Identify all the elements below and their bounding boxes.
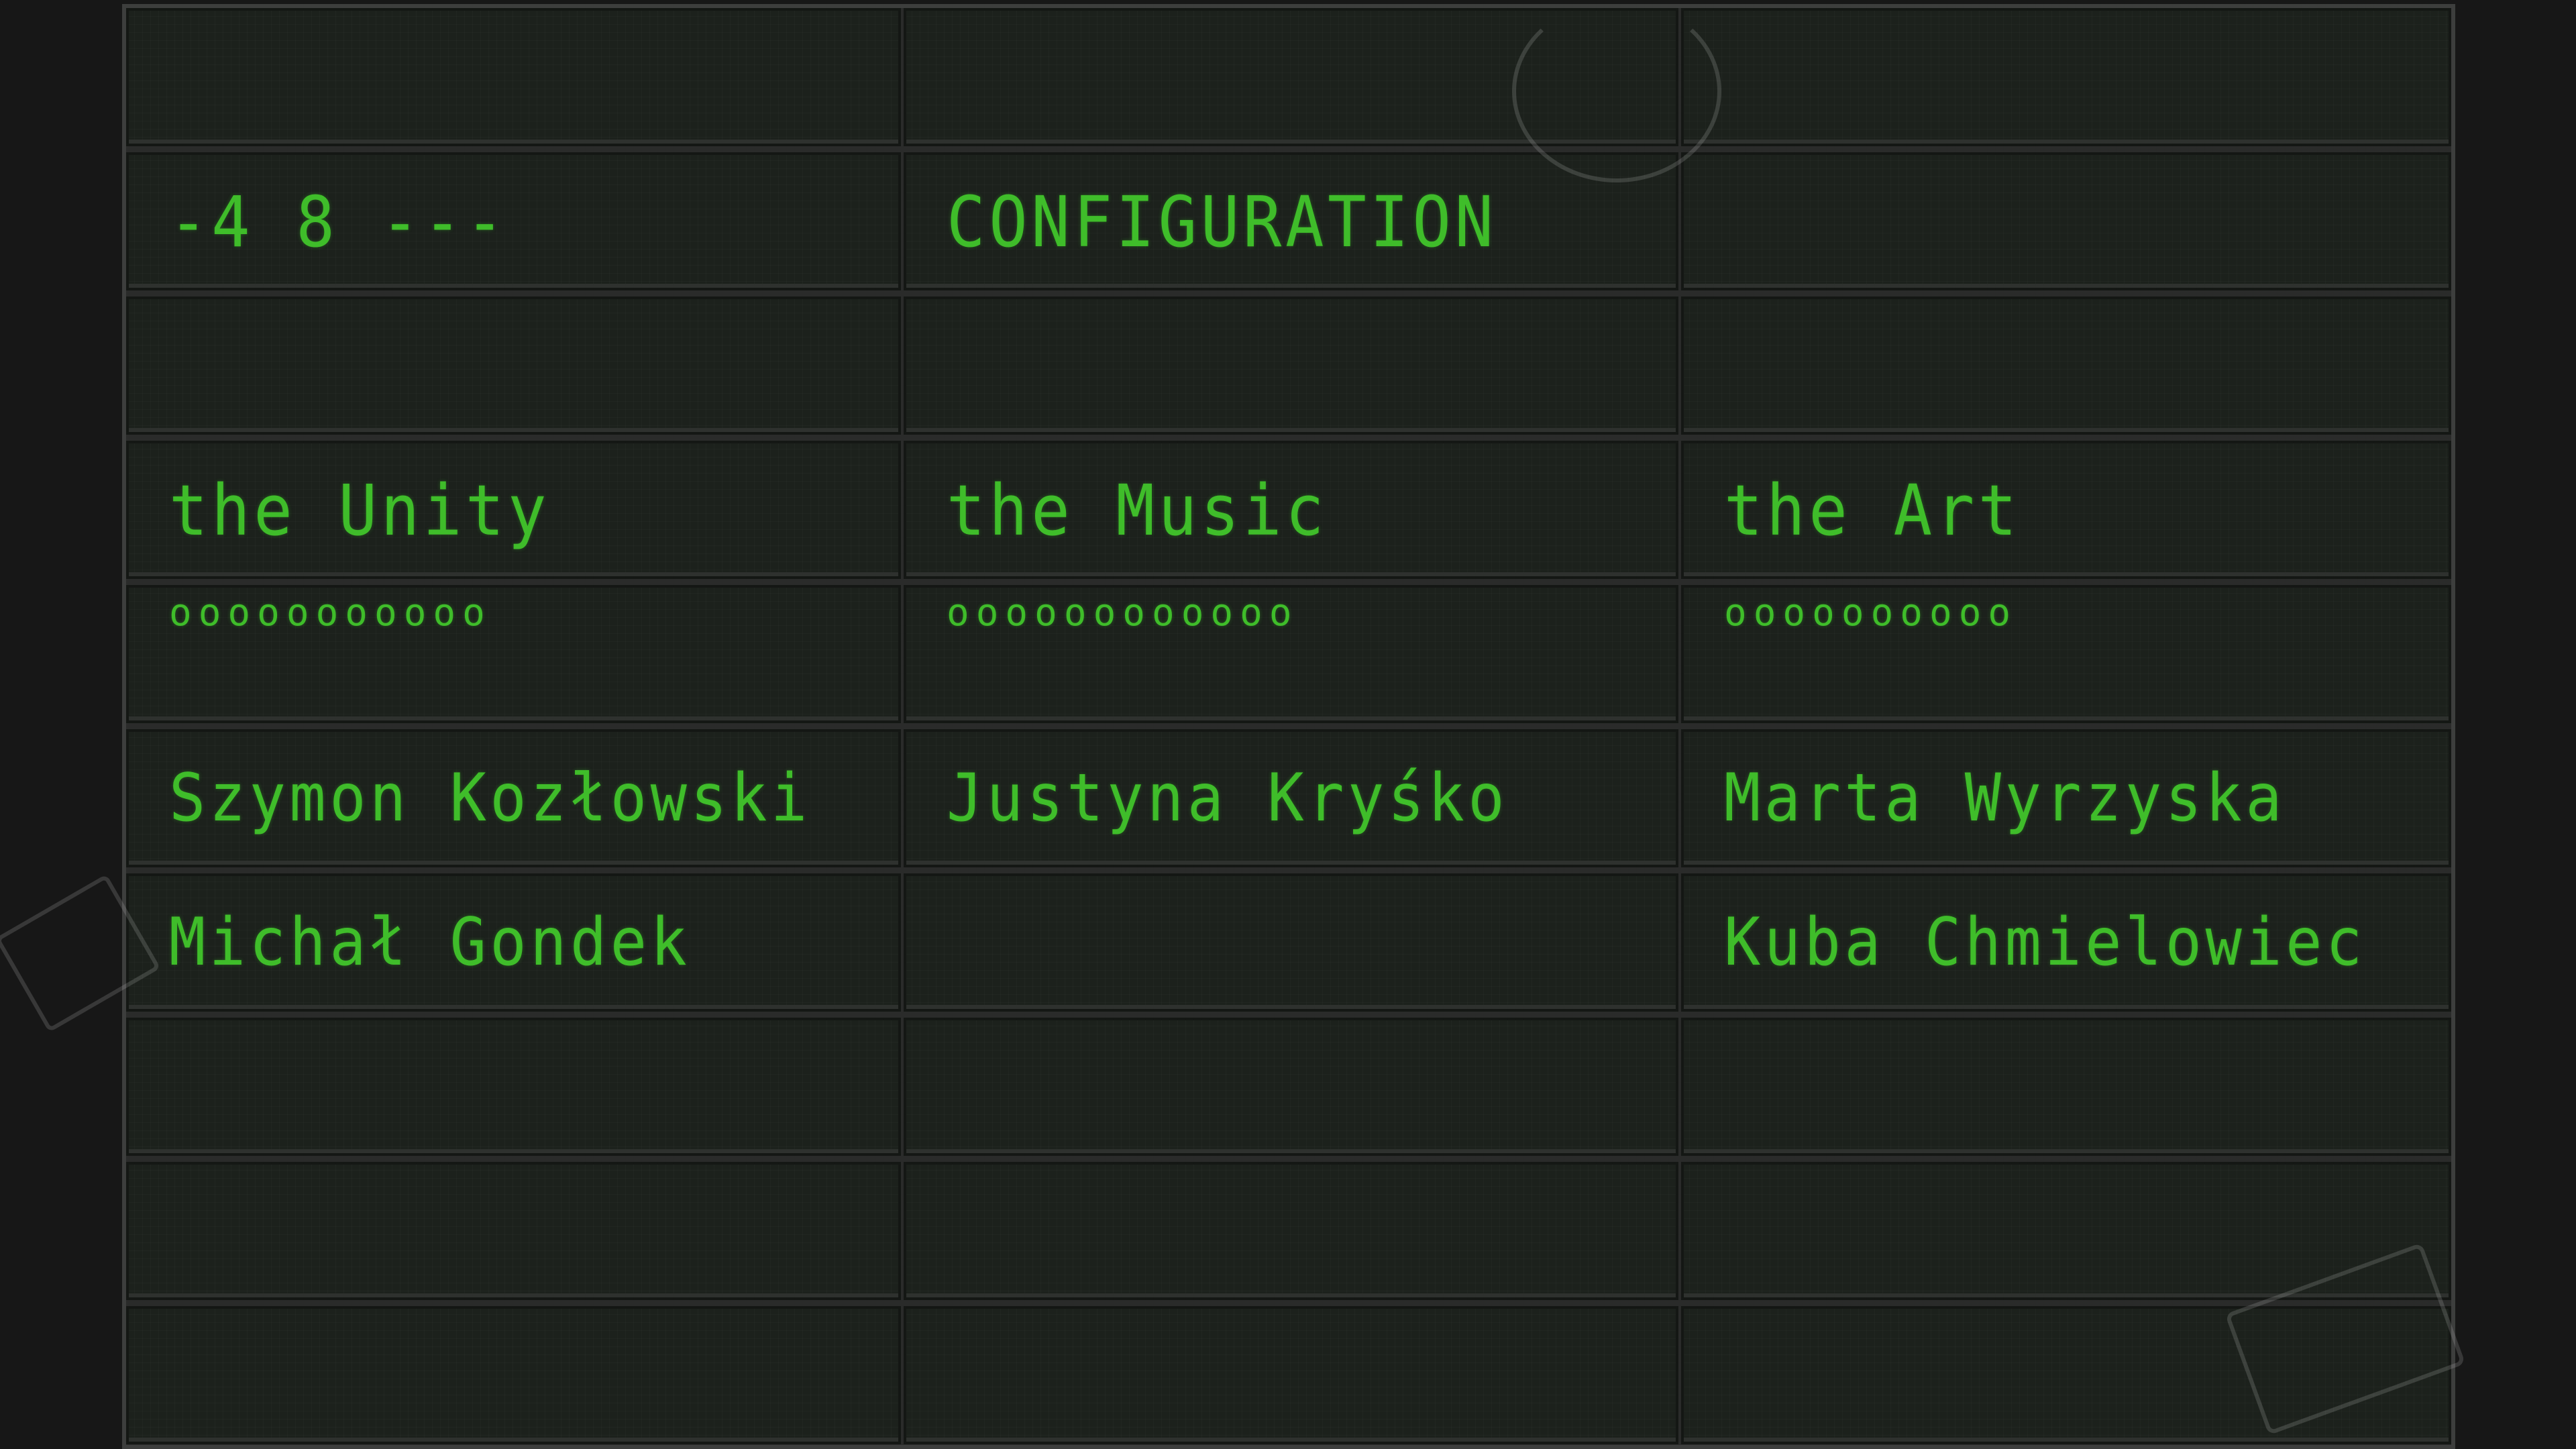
- cell-text: the Art: [1724, 470, 2021, 551]
- board-cell: ooooooooooo: [126, 585, 901, 723]
- cell-text: ooooooooooo: [169, 591, 492, 635]
- cell-text: Michał Gondek: [169, 904, 691, 981]
- board-cell: [904, 873, 1678, 1012]
- cell-text: -4 8 ---: [169, 181, 508, 263]
- board-cell: [126, 1018, 901, 1156]
- board-cell: [904, 297, 1678, 435]
- cell-text: the Music: [947, 470, 1328, 551]
- board-cell: [1681, 8, 2451, 146]
- cell-text: the Unity: [169, 470, 551, 551]
- cell-text: CONFIGURATION: [947, 181, 1497, 263]
- board-cell: [126, 1306, 901, 1444]
- cell-text: Justyna Kryśko: [947, 760, 1509, 837]
- board-cell: [1681, 297, 2451, 435]
- cell-text: Marta Wyrzyska: [1724, 760, 2286, 837]
- board-cell: Szymon Kozłowski: [126, 729, 901, 867]
- board-cell: Michał Gondek: [126, 873, 901, 1012]
- board-cell: [904, 1018, 1678, 1156]
- board-cell: the Unity: [126, 441, 901, 579]
- board-cell: [904, 1162, 1678, 1300]
- board-cell: [126, 8, 901, 146]
- board-cell: Marta Wyrzyska: [1681, 729, 2451, 867]
- postmark-stamp-icon: [1512, 0, 1721, 182]
- cell-text: Kuba Chmielowiec: [1724, 904, 2366, 981]
- board-cell: CONFIGURATION: [904, 152, 1678, 290]
- departure-board: -4 8 --- CONFIGURATION the Unity the Mus…: [122, 4, 2455, 1449]
- board-cell: [126, 1162, 901, 1300]
- board-cell: Justyna Kryśko: [904, 729, 1678, 867]
- board-cell: [126, 297, 901, 435]
- board-cell: [904, 1306, 1678, 1444]
- board-cell: [1681, 152, 2451, 290]
- board-cell: oooooooooo: [1681, 585, 2451, 723]
- board-cell: oooooooooooo: [904, 585, 1678, 723]
- board-cell: the Music: [904, 441, 1678, 579]
- board-cell: the Art: [1681, 441, 2451, 579]
- board-cell: [1681, 1018, 2451, 1156]
- cell-text: oooooooooooo: [947, 591, 1299, 635]
- cell-text: Szymon Kozłowski: [169, 760, 811, 837]
- board-cell: Kuba Chmielowiec: [1681, 873, 2451, 1012]
- cell-text: oooooooooo: [1724, 591, 2018, 635]
- board-cell: -4 8 ---: [126, 152, 901, 290]
